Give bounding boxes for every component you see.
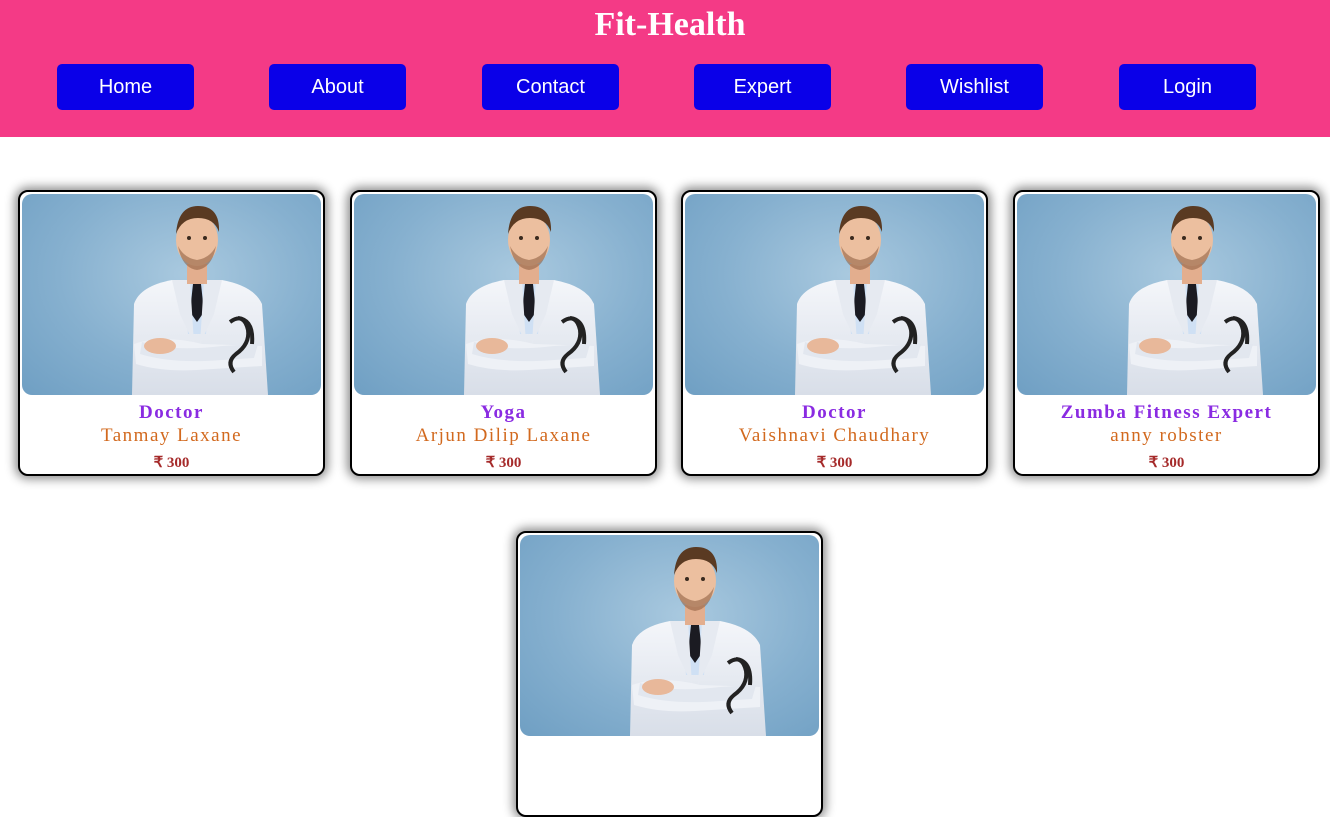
expert-card[interactable]: Yoga Arjun Dilip Laxane ₹ 300 [350, 190, 657, 476]
expert-price: ₹ 300 [485, 455, 522, 471]
nav-contact-button[interactable]: Contact [482, 64, 619, 110]
expert-price: ₹ 300 [153, 455, 190, 471]
expert-role: Doctor [139, 402, 204, 423]
site-header: Fit-Health Home About Contact Expert Wis… [0, 0, 1330, 137]
expert-name: Tanmay Laxane [100, 425, 243, 446]
nav-about-button[interactable]: About [269, 64, 406, 110]
expert-name: anny robster [1110, 425, 1223, 446]
expert-name: Arjun Dilip Laxane [415, 425, 592, 446]
doctor-photo [685, 194, 984, 395]
nav-wishlist-button[interactable]: Wishlist [906, 64, 1043, 110]
doctor-photo [354, 194, 653, 395]
site-title: Fit-Health [594, 6, 746, 43]
expert-card[interactable]: Zumba Fitness Expert anny robster ₹ 300 [1013, 190, 1320, 476]
expert-role: Zumba Fitness Expert [1060, 402, 1273, 423]
expert-name: Vaishnavi Chaudhary [738, 425, 931, 446]
expert-price: ₹ 300 [1148, 455, 1185, 471]
expert-card[interactable] [516, 531, 823, 817]
doctor-photo [22, 194, 321, 395]
expert-price: ₹ 300 [816, 455, 853, 471]
nav-login-button[interactable]: Login [1119, 64, 1256, 110]
nav-expert-button[interactable]: Expert [694, 64, 831, 110]
expert-role: Doctor [802, 402, 867, 423]
nav-home-button[interactable]: Home [57, 64, 194, 110]
doctor-photo [1017, 194, 1316, 395]
expert-role: Yoga [480, 402, 527, 423]
doctor-photo [520, 535, 819, 736]
expert-card[interactable]: Doctor Tanmay Laxane ₹ 300 [18, 190, 325, 476]
expert-card[interactable]: Doctor Vaishnavi Chaudhary ₹ 300 [681, 190, 988, 476]
